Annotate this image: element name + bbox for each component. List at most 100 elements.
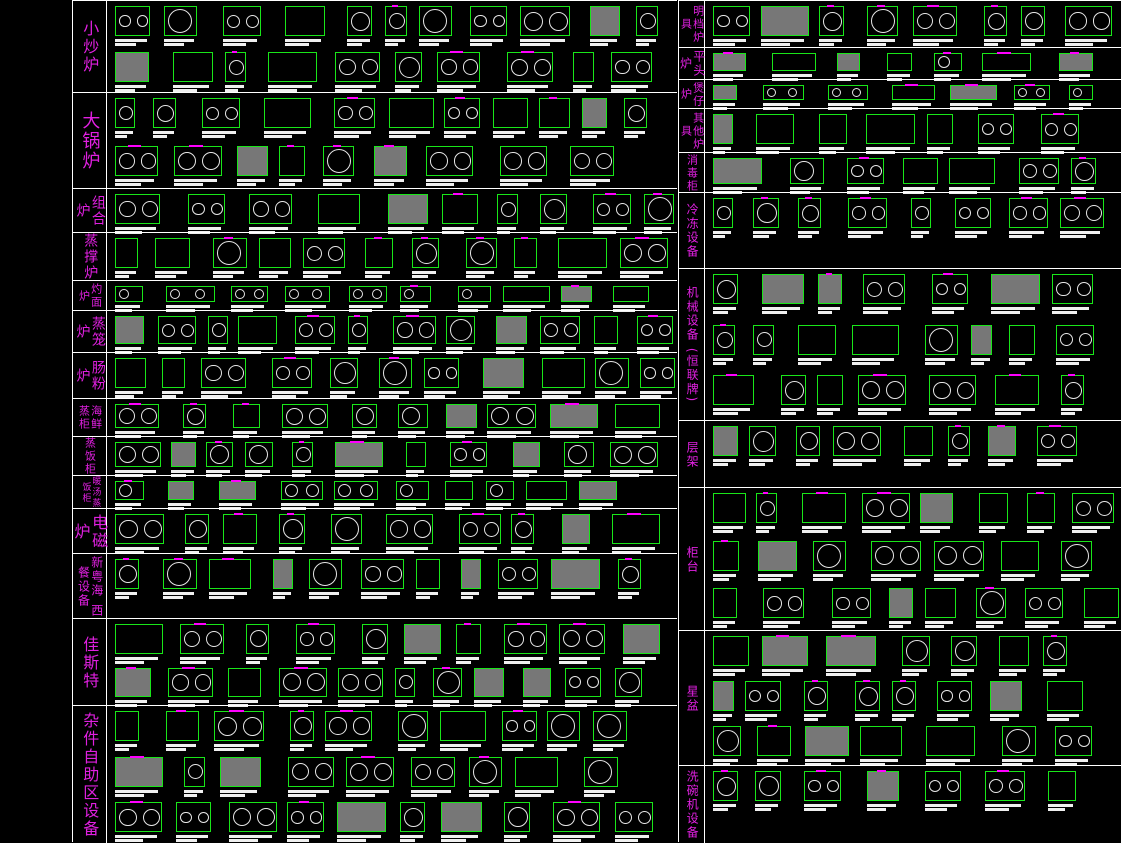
equipment-block[interactable] bbox=[758, 540, 797, 571]
equipment-block[interactable] bbox=[990, 681, 1022, 711]
equipment-block[interactable] bbox=[272, 357, 312, 388]
equipment-block[interactable] bbox=[713, 539, 739, 571]
equipment-block[interactable] bbox=[903, 158, 938, 184]
equipment-block[interactable] bbox=[991, 274, 1040, 304]
equipment-block[interactable] bbox=[183, 403, 206, 428]
equipment-block[interactable] bbox=[813, 540, 846, 571]
equipment-block[interactable] bbox=[361, 559, 404, 589]
equipment-block[interactable] bbox=[474, 667, 504, 697]
equipment-block[interactable] bbox=[1060, 197, 1104, 228]
equipment-block[interactable] bbox=[395, 667, 415, 697]
equipment-block[interactable] bbox=[416, 559, 440, 589]
equipment-block[interactable] bbox=[411, 756, 455, 787]
equipment-block[interactable] bbox=[713, 636, 749, 666]
equipment-block[interactable] bbox=[335, 441, 383, 467]
equipment-block[interactable] bbox=[781, 375, 806, 406]
equipment-block[interactable] bbox=[115, 145, 158, 176]
equipment-block[interactable] bbox=[171, 442, 196, 467]
equipment-block[interactable] bbox=[590, 6, 620, 36]
equipment-block[interactable] bbox=[228, 667, 261, 697]
equipment-block[interactable] bbox=[562, 514, 590, 544]
equipment-block[interactable] bbox=[115, 666, 151, 697]
equipment-block[interactable] bbox=[229, 802, 277, 833]
equipment-block[interactable] bbox=[514, 237, 537, 268]
equipment-block[interactable] bbox=[219, 480, 256, 500]
equipment-block[interactable] bbox=[502, 710, 537, 741]
equipment-block[interactable] bbox=[950, 84, 997, 100]
equipment-block[interactable] bbox=[611, 52, 652, 82]
equipment-block[interactable] bbox=[470, 6, 507, 36]
equipment-block[interactable] bbox=[419, 6, 452, 36]
equipment-block[interactable] bbox=[636, 6, 658, 36]
equipment-block[interactable] bbox=[223, 513, 257, 544]
equipment-block[interactable] bbox=[1059, 52, 1093, 71]
equipment-block[interactable] bbox=[804, 770, 841, 801]
equipment-block[interactable] bbox=[445, 481, 473, 500]
equipment-block[interactable] bbox=[713, 274, 738, 304]
equipment-block[interactable] bbox=[309, 559, 342, 589]
equipment-block[interactable] bbox=[713, 770, 738, 801]
equipment-block[interactable] bbox=[753, 197, 779, 228]
equipment-block[interactable] bbox=[288, 756, 334, 787]
equipment-block[interactable] bbox=[926, 726, 975, 756]
equipment-block[interactable] bbox=[174, 145, 222, 176]
equipment-block[interactable] bbox=[595, 358, 629, 388]
equipment-block[interactable] bbox=[264, 98, 311, 128]
equipment-block[interactable] bbox=[168, 481, 194, 500]
equipment-block[interactable] bbox=[713, 493, 746, 523]
equipment-block[interactable] bbox=[346, 755, 394, 787]
equipment-block[interactable] bbox=[115, 514, 164, 544]
equipment-block[interactable] bbox=[220, 756, 261, 787]
equipment-block[interactable] bbox=[469, 755, 502, 787]
equipment-block[interactable] bbox=[259, 238, 291, 268]
equipment-block[interactable] bbox=[889, 588, 913, 619]
equipment-block[interactable] bbox=[400, 802, 425, 833]
equipment-block[interactable] bbox=[817, 375, 843, 406]
equipment-block[interactable] bbox=[540, 194, 567, 224]
equipment-block[interactable] bbox=[155, 238, 190, 268]
equipment-block[interactable] bbox=[913, 5, 957, 36]
equipment-block[interactable] bbox=[325, 710, 372, 741]
equipment-block[interactable] bbox=[433, 666, 462, 697]
equipment-block[interactable] bbox=[612, 513, 660, 544]
equipment-block[interactable] bbox=[999, 636, 1029, 666]
equipment-block[interactable] bbox=[504, 623, 547, 654]
equipment-block[interactable] bbox=[523, 667, 551, 697]
equipment-block[interactable] bbox=[995, 374, 1039, 406]
equipment-block[interactable] bbox=[593, 711, 627, 741]
equipment-block[interactable] bbox=[426, 146, 473, 176]
equipment-block[interactable] bbox=[927, 114, 953, 144]
equipment-block[interactable] bbox=[837, 53, 860, 71]
equipment-block[interactable] bbox=[1009, 197, 1048, 228]
equipment-block[interactable] bbox=[337, 802, 386, 833]
equipment-block[interactable] bbox=[553, 801, 600, 833]
equipment-block[interactable] bbox=[115, 755, 163, 787]
equipment-block[interactable] bbox=[618, 558, 641, 589]
equipment-block[interactable] bbox=[805, 726, 849, 756]
equipment-block[interactable] bbox=[620, 237, 668, 268]
equipment-block[interactable] bbox=[500, 146, 547, 176]
equipment-block[interactable] bbox=[1065, 6, 1112, 36]
equipment-block[interactable] bbox=[832, 588, 871, 619]
equipment-block[interactable] bbox=[1048, 771, 1076, 801]
equipment-block[interactable] bbox=[713, 588, 737, 619]
equipment-block[interactable] bbox=[424, 358, 459, 388]
equipment-block[interactable] bbox=[1072, 493, 1114, 523]
equipment-block[interactable] bbox=[1052, 274, 1093, 304]
equipment-block[interactable] bbox=[450, 441, 487, 467]
equipment-block[interactable] bbox=[188, 194, 225, 224]
equipment-block[interactable] bbox=[282, 404, 328, 428]
equipment-block[interactable] bbox=[561, 285, 592, 302]
equipment-block[interactable] bbox=[446, 404, 477, 428]
equipment-block[interactable] bbox=[168, 666, 213, 697]
equipment-block[interactable] bbox=[115, 286, 143, 302]
equipment-block[interactable] bbox=[331, 514, 362, 544]
equipment-block[interactable] bbox=[496, 316, 527, 344]
equipment-block[interactable] bbox=[948, 425, 970, 456]
equipment-block[interactable] bbox=[1037, 425, 1077, 456]
equipment-block[interactable] bbox=[757, 725, 791, 756]
equipment-block[interactable] bbox=[486, 481, 514, 500]
equipment-block[interactable] bbox=[279, 145, 305, 176]
equipment-block[interactable] bbox=[1055, 726, 1092, 756]
equipment-block[interactable] bbox=[819, 114, 847, 144]
